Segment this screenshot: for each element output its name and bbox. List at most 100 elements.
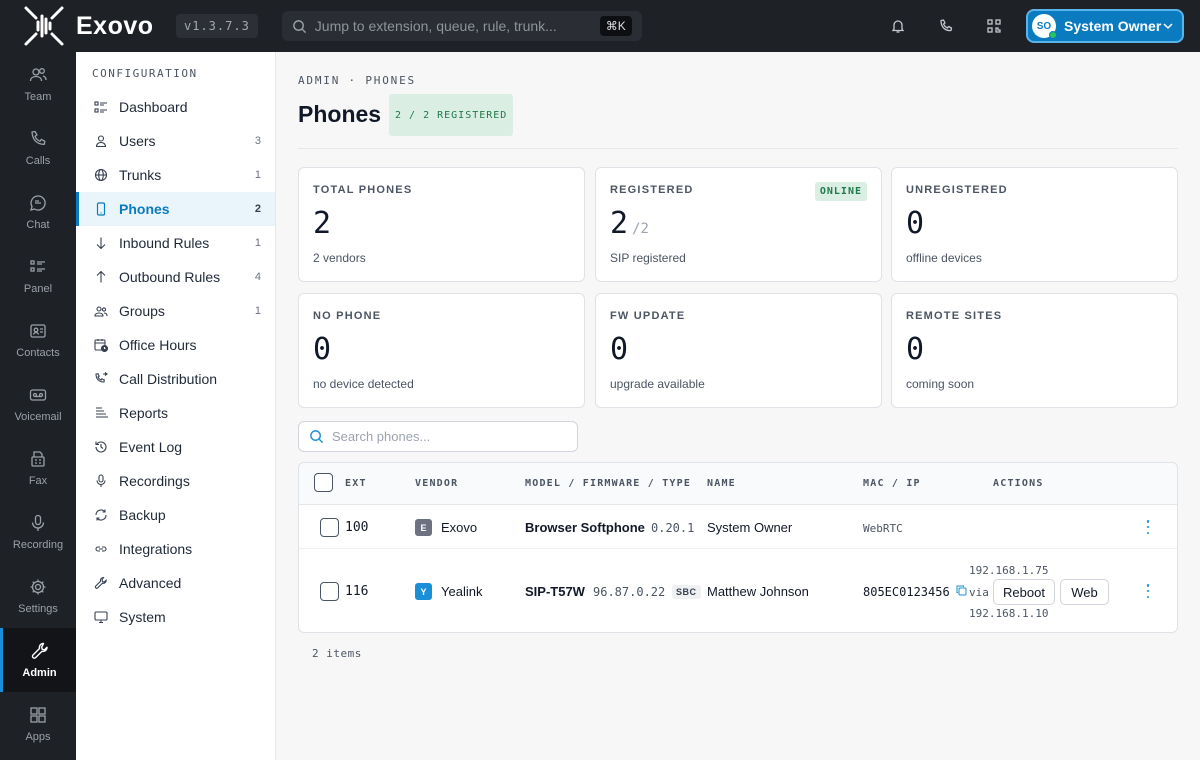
copy-icon[interactable] xyxy=(956,585,967,596)
page-title: Phones xyxy=(298,101,382,127)
online-badge: ONLINE xyxy=(814,182,867,201)
rail-item-admin[interactable]: Admin xyxy=(0,628,76,692)
model: SIP-T57W xyxy=(525,584,585,599)
refresh-icon xyxy=(95,509,107,521)
select-all-checkbox[interactable] xyxy=(314,473,333,492)
phone-search-input[interactable]: Search phones... xyxy=(298,421,578,452)
col-name[interactable]: NAME xyxy=(707,478,736,489)
nav-item-integrations[interactable]: Integrations xyxy=(76,532,275,566)
mic-icon xyxy=(96,474,106,487)
row-checkbox[interactable] xyxy=(320,582,339,601)
phones-table: EXT VENDOR MODEL / FIRMWARE / TYPE NAME … xyxy=(298,462,1178,633)
stat-sub: offline devices xyxy=(906,251,982,265)
public-ip: 192.168.1.75 xyxy=(969,564,1049,577)
stat-sub: SIP registered xyxy=(610,251,686,265)
globe-icon xyxy=(94,168,108,182)
stat-label: FW UPDATE xyxy=(610,310,686,322)
smartphone-icon xyxy=(96,202,106,216)
nav-item-groups[interactable]: Groups 1 xyxy=(76,294,275,328)
table-header: EXT VENDOR MODEL / FIRMWARE / TYPE NAME … xyxy=(299,463,1177,505)
name: Matthew Johnson xyxy=(707,584,809,599)
stat-card-unregistered: UNREGISTERED 0 offline devices xyxy=(891,167,1178,282)
nav-item-backup[interactable]: Backup xyxy=(76,498,275,532)
via-label: via xyxy=(969,586,989,599)
arrow-up-icon xyxy=(96,270,106,283)
user-icon xyxy=(95,135,107,148)
bell-icon[interactable] xyxy=(888,16,908,36)
rail-item-apps[interactable]: Apps xyxy=(0,692,76,756)
col-ext[interactable]: EXT xyxy=(345,478,367,489)
nav-item-trunks[interactable]: Trunks 1 xyxy=(76,158,275,192)
nav-item-reports[interactable]: Reports xyxy=(76,396,275,430)
global-search-input[interactable]: Jump to extension, queue, rule, trunk...… xyxy=(281,11,642,41)
nav-item-phones[interactable]: Phones 2 xyxy=(76,192,275,226)
app-rail: Team Calls Chat Panel Contacts Voicemail… xyxy=(0,52,76,760)
vendor: Exovo xyxy=(441,520,478,535)
stat-sub: no device detected xyxy=(313,377,414,391)
table-row[interactable]: 100 E Exovo Browser Softphone 0.20.1 Sys… xyxy=(299,505,1177,549)
rail-item-chat[interactable]: Chat xyxy=(0,180,76,244)
nav-item-event-log[interactable]: Event Log xyxy=(76,430,275,464)
fax-icon xyxy=(31,451,45,467)
nav-item-inbound-rules[interactable]: Inbound Rules 1 xyxy=(76,226,275,260)
rail-item-recording[interactable]: Recording xyxy=(0,500,76,564)
nav-item-dashboard[interactable]: Dashboard xyxy=(76,90,275,124)
rail-item-team[interactable]: Team xyxy=(0,52,76,116)
rail-item-voicemail[interactable]: Voicemail xyxy=(0,372,76,436)
config-title: CONFIGURATION xyxy=(92,67,198,80)
contacts-icon xyxy=(30,324,46,338)
nav-item-recordings[interactable]: Recordings xyxy=(76,464,275,498)
history-icon xyxy=(95,441,107,453)
vendor: Yealink xyxy=(441,584,483,599)
firmware: 0.20.1 xyxy=(651,521,695,535)
rail-item-panel[interactable]: Panel xyxy=(0,244,76,308)
nav-item-users[interactable]: Users 3 xyxy=(76,124,275,158)
rail-item-fax[interactable]: Fax xyxy=(0,436,76,500)
local-ip: 192.168.1.10 xyxy=(969,607,1049,620)
col-mac[interactable]: MAC / IP xyxy=(863,478,921,489)
stat-label: REMOTE SITES xyxy=(906,310,1003,322)
stat-card-remote-sites: REMOTE SITES 0 coming soon xyxy=(891,293,1178,408)
phone-icon[interactable] xyxy=(936,16,956,36)
nav-item-system[interactable]: System xyxy=(76,600,275,634)
mac: WebRTC xyxy=(863,522,903,535)
stat-total: /2 xyxy=(632,221,649,237)
divider xyxy=(298,148,1178,149)
row-checkbox[interactable] xyxy=(320,518,339,537)
row-menu-icon[interactable] xyxy=(1143,520,1153,534)
gear-icon xyxy=(30,579,46,595)
type-badge: SBC xyxy=(672,585,701,599)
apps-icon xyxy=(30,707,46,723)
web-button[interactable]: Web xyxy=(1060,579,1109,605)
ext: 100 xyxy=(345,520,369,535)
reboot-button[interactable]: Reboot xyxy=(993,579,1055,605)
col-actions: ACTIONS xyxy=(993,478,1044,489)
wrench-icon xyxy=(94,576,107,589)
row-menu-icon[interactable] xyxy=(1143,584,1153,598)
rail-item-contacts[interactable]: Contacts xyxy=(0,308,76,372)
nav-item-outbound-rules[interactable]: Outbound Rules 4 xyxy=(76,260,275,294)
chevron-down-icon xyxy=(1163,23,1173,30)
main-content: ADMIN · PHONES Phones 2 / 2 REGISTERED T… xyxy=(276,52,1200,760)
group-icon xyxy=(94,306,108,317)
user-menu-button[interactable]: SO System Owner xyxy=(1026,9,1184,43)
nav-item-call-distribution[interactable]: Call Distribution xyxy=(76,362,275,396)
search-icon xyxy=(310,430,324,444)
logo[interactable]: Exovo xyxy=(22,4,162,48)
vendor-logo-yealink: Y xyxy=(415,583,432,600)
dashboard-icon xyxy=(94,101,107,113)
rail-item-settings[interactable]: Settings xyxy=(0,564,76,628)
search-icon xyxy=(292,19,306,33)
nav-item-advanced[interactable]: Advanced xyxy=(76,566,275,600)
qr-code-icon[interactable] xyxy=(984,16,1004,36)
nav-item-office-hours[interactable]: Office Hours xyxy=(76,328,275,362)
table-row[interactable]: 116 Y Yealink SIP-T57W 96.87.0.22 SBC Ma… xyxy=(299,549,1177,633)
arrow-down-icon xyxy=(96,237,106,250)
shortcut-hint: ⌘K xyxy=(599,16,632,36)
team-icon xyxy=(29,68,47,82)
col-vendor[interactable]: VENDOR xyxy=(415,478,458,489)
stat-label: UNREGISTERED xyxy=(906,184,1008,196)
monitor-icon xyxy=(94,611,108,624)
rail-item-calls[interactable]: Calls xyxy=(0,116,76,180)
col-model[interactable]: MODEL / FIRMWARE / TYPE xyxy=(525,478,691,489)
